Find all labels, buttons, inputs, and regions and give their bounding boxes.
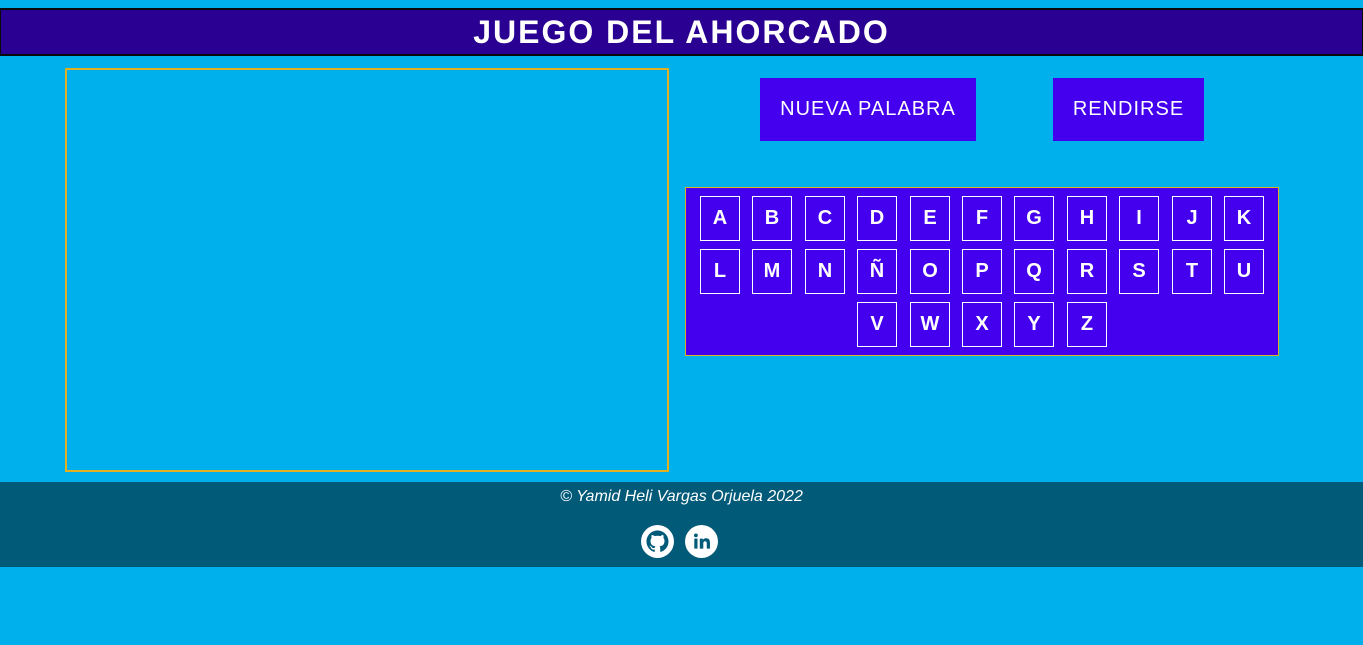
key-e[interactable]: E	[910, 196, 950, 241]
give-up-button[interactable]: RENDIRSE	[1053, 78, 1204, 141]
key-u[interactable]: U	[1224, 249, 1264, 294]
hangman-canvas	[65, 68, 669, 472]
copyright-text: © Yamid Heli Vargas Orjuela 2022	[560, 488, 803, 505]
key-k[interactable]: K	[1224, 196, 1264, 241]
linkedin-icon	[685, 525, 718, 558]
key-a[interactable]: A	[700, 196, 740, 241]
key-r[interactable]: R	[1067, 249, 1107, 294]
key-t[interactable]: T	[1172, 249, 1212, 294]
key-x[interactable]: X	[962, 302, 1002, 347]
key-h[interactable]: H	[1067, 196, 1107, 241]
letter-keyboard: A B C D E F G H I J K L M N Ñ O P Q R S …	[685, 187, 1279, 356]
key-y[interactable]: Y	[1014, 302, 1054, 347]
key-c[interactable]: C	[805, 196, 845, 241]
linkedin-link[interactable]	[685, 525, 718, 558]
key-j[interactable]: J	[1172, 196, 1212, 241]
key-g[interactable]: G	[1014, 196, 1054, 241]
key-o[interactable]: O	[910, 249, 950, 294]
key-m[interactable]: M	[752, 249, 792, 294]
key-v[interactable]: V	[857, 302, 897, 347]
key-z[interactable]: Z	[1067, 302, 1107, 347]
new-word-button[interactable]: NUEVA PALABRA	[760, 78, 976, 141]
github-icon	[641, 525, 674, 558]
github-link[interactable]	[641, 525, 674, 558]
key-f[interactable]: F	[962, 196, 1002, 241]
key-w[interactable]: W	[910, 302, 950, 347]
key-q[interactable]: Q	[1014, 249, 1054, 294]
page-footer: © Yamid Heli Vargas Orjuela 2022	[0, 482, 1363, 567]
key-d[interactable]: D	[857, 196, 897, 241]
page-title: JUEGO DEL AHORCADO	[473, 13, 890, 50]
page-header: JUEGO DEL AHORCADO	[0, 8, 1363, 56]
key-n[interactable]: N	[805, 249, 845, 294]
key-i[interactable]: I	[1119, 196, 1159, 241]
key-l[interactable]: L	[700, 249, 740, 294]
key-s[interactable]: S	[1119, 249, 1159, 294]
key-b[interactable]: B	[752, 196, 792, 241]
key-p[interactable]: P	[962, 249, 1002, 294]
key-n-tilde[interactable]: Ñ	[857, 249, 897, 294]
